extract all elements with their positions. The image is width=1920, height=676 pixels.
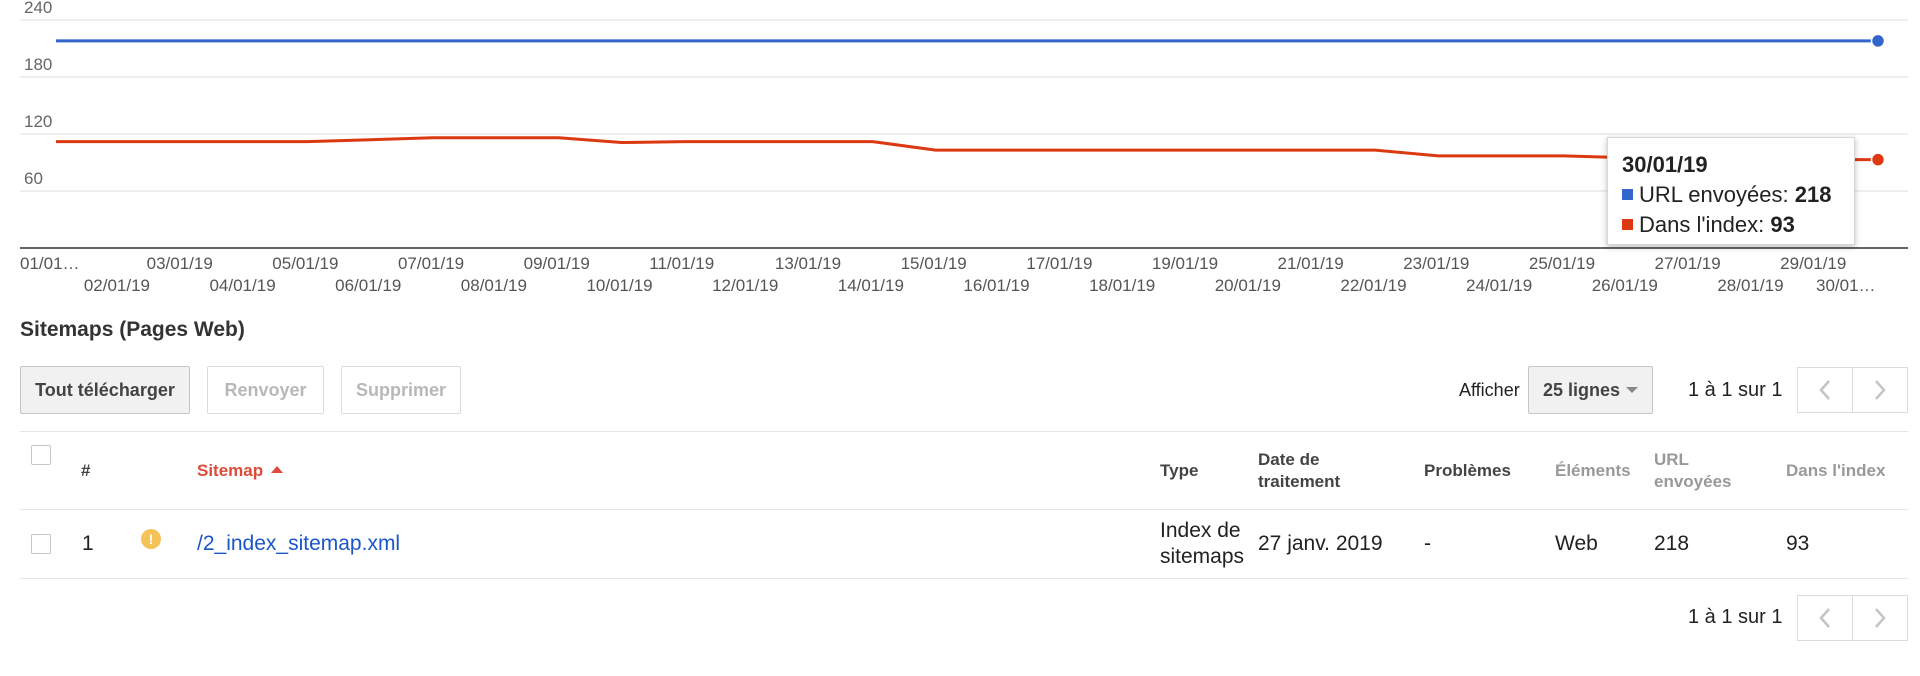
x-tick-label: 08/01/19 xyxy=(461,276,527,295)
tooltip-sent-label: URL envoyées: xyxy=(1639,182,1789,207)
table-header-divider xyxy=(20,509,1908,510)
download-all-button[interactable]: Tout télécharger xyxy=(20,366,190,414)
rows-per-page-value: 25 lignes xyxy=(1543,379,1621,400)
x-tick-label: 04/01/19 xyxy=(209,276,275,295)
sitemap-link[interactable]: /2_index_sitemap.xml xyxy=(197,531,400,557)
x-tick-label: 30/01… xyxy=(1816,276,1876,295)
warning-icon[interactable]: ! xyxy=(141,529,161,549)
series-endpoint-urls-sent xyxy=(1870,33,1886,49)
tooltip-date: 30/01/19 xyxy=(1622,152,1708,177)
row-type: Index de sitemaps xyxy=(1160,518,1244,570)
next-page-button-bottom[interactable] xyxy=(1852,595,1908,641)
chevron-left-icon xyxy=(1819,608,1830,628)
column-header-sitemap[interactable]: Sitemap xyxy=(197,460,284,482)
y-tick-label-120: 120 xyxy=(24,112,52,131)
tooltip-index-value: 93 xyxy=(1770,212,1795,237)
x-tick-label: 17/01/19 xyxy=(1026,254,1092,273)
x-tick-label: 09/01/19 xyxy=(524,254,590,273)
column-header-in-index: Dans l'index xyxy=(1786,461,1886,480)
x-tick-label: 28/01/19 xyxy=(1717,276,1783,295)
x-tick-label: 14/01/19 xyxy=(838,276,904,295)
x-tick-label: 24/01/19 xyxy=(1466,276,1532,295)
column-header-problems[interactable]: Problèmes xyxy=(1424,460,1511,482)
section-title: Sitemaps (Pages Web) xyxy=(20,318,245,341)
chevron-right-icon xyxy=(1875,608,1886,628)
x-tick-label: 16/01/19 xyxy=(963,276,1029,295)
column-header-number: # xyxy=(81,461,91,480)
x-tick-label: 01/01… xyxy=(20,254,80,273)
column-header-sitemap-label: Sitemap xyxy=(197,461,264,480)
x-tick-label: 20/01/19 xyxy=(1215,276,1281,295)
row-checkbox[interactable] xyxy=(31,534,51,554)
sort-ascending-icon xyxy=(271,466,284,474)
chevron-left-icon xyxy=(1819,380,1830,400)
resend-button[interactable]: Renvoyer xyxy=(207,366,324,414)
x-tick-label: 22/01/19 xyxy=(1340,276,1406,295)
column-header-urls-sent: URL envoyées xyxy=(1654,449,1732,493)
x-tick-label: 19/01/19 xyxy=(1152,254,1218,273)
column-header-sent-line2: envoyées xyxy=(1654,472,1732,491)
y-tick-label-240: 240 xyxy=(24,0,52,17)
row-processing-date: 27 janv. 2019 xyxy=(1258,532,1383,555)
x-tick-label: 27/01/19 xyxy=(1655,254,1721,273)
row-in-index: 93 xyxy=(1786,532,1810,555)
pagination-range: 1 à 1 sur 1 xyxy=(1688,379,1783,401)
table-bottom-divider xyxy=(20,578,1908,579)
x-tick-label: 23/01/19 xyxy=(1403,254,1469,273)
chevron-right-icon xyxy=(1875,380,1886,400)
x-tick-label: 07/01/19 xyxy=(398,254,464,273)
column-header-processing-date[interactable]: Date de traitement xyxy=(1258,449,1340,493)
row-urls-sent: 218 xyxy=(1654,532,1690,555)
pagination-range-bottom: 1 à 1 sur 1 xyxy=(1688,606,1783,628)
y-tick-label-60: 60 xyxy=(24,169,43,188)
table-top-divider xyxy=(20,431,1908,432)
row-number: 1 xyxy=(82,532,94,555)
tooltip-row-sent: URL envoyées: 218 xyxy=(1622,180,1840,210)
y-tick-label-180: 180 xyxy=(24,55,52,74)
x-tick-label: 03/01/19 xyxy=(147,254,213,273)
tooltip-sent-value: 218 xyxy=(1794,182,1832,207)
x-tick-label: 13/01/19 xyxy=(775,254,841,273)
row-type-line1: Index de xyxy=(1160,519,1241,542)
x-tick-label: 25/01/19 xyxy=(1529,254,1595,273)
column-header-date-line2: traitement xyxy=(1258,472,1341,491)
x-tick-label: 11/01/19 xyxy=(649,254,714,273)
x-tick-label: 12/01/19 xyxy=(712,276,778,295)
column-header-elements: Éléments xyxy=(1555,461,1631,480)
tooltip-index-label: Dans l'index: xyxy=(1639,212,1765,237)
legend-swatch-red xyxy=(1622,218,1633,230)
rows-per-page-select[interactable]: 25 lignes xyxy=(1528,366,1653,414)
column-header-sent-line1: URL xyxy=(1654,450,1689,469)
select-all-checkbox[interactable] xyxy=(31,445,51,465)
x-tick-label: 05/01/19 xyxy=(272,254,338,273)
x-tick-label: 18/01/19 xyxy=(1089,276,1155,295)
series-endpoint-in-index xyxy=(1870,152,1886,167)
x-tick-label: 15/01/19 xyxy=(901,254,967,273)
previous-page-button[interactable] xyxy=(1797,367,1853,413)
x-tick-label: 21/01/19 xyxy=(1278,254,1344,273)
row-problems: - xyxy=(1424,532,1431,555)
tooltip-row-index: Dans l'index: 93 xyxy=(1622,210,1840,240)
previous-page-button-bottom[interactable] xyxy=(1797,595,1853,641)
caret-down-icon xyxy=(1626,387,1638,393)
legend-swatch-blue xyxy=(1622,188,1633,200)
row-elements: Web xyxy=(1555,532,1598,555)
column-header-date-line1: Date de xyxy=(1258,450,1320,469)
x-tick-label: 06/01/19 xyxy=(335,276,401,295)
delete-button[interactable]: Supprimer xyxy=(341,366,461,414)
series-line-in-index xyxy=(56,136,1878,162)
x-tick-label: 10/01/19 xyxy=(586,276,652,295)
next-page-button[interactable] xyxy=(1852,367,1908,413)
rows-per-page-label: Afficher xyxy=(1459,380,1520,400)
x-tick-label: 29/01/19 xyxy=(1780,254,1846,273)
column-header-type: Type xyxy=(1160,461,1199,480)
row-type-line2: sitemaps xyxy=(1160,545,1245,568)
x-tick-label: 26/01/19 xyxy=(1592,276,1658,295)
x-tick-label: 02/01/19 xyxy=(84,276,150,295)
chart-tooltip: 30/01/19 URL envoyées: 218 Dans l'index:… xyxy=(1607,137,1855,245)
